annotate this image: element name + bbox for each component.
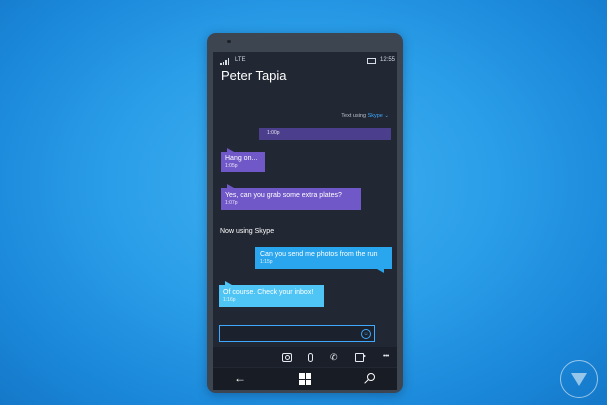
emoji-icon[interactable]: ☺ bbox=[361, 329, 371, 339]
text-using-label: Text using bbox=[341, 113, 367, 119]
phone-screen: LTE 12:55 Peter Tapia Text using Skype ⌄… bbox=[213, 52, 397, 390]
contact-name[interactable]: Peter Tapia bbox=[221, 68, 287, 83]
windows-start-icon[interactable] bbox=[299, 373, 311, 385]
text-using-selector[interactable]: Text using Skype ⌄ bbox=[341, 113, 389, 119]
message-bubble-received[interactable]: Of course. Check your inbox! 1:16p bbox=[219, 281, 324, 307]
message-time: 1:15p bbox=[260, 259, 273, 265]
attach-icon[interactable] bbox=[308, 353, 313, 362]
service-switch-notice: Now using Skype bbox=[220, 228, 275, 235]
more-icon[interactable]: ••• bbox=[383, 353, 389, 362]
text-using-service: Skype bbox=[367, 113, 383, 119]
video-call-icon[interactable] bbox=[355, 353, 366, 362]
phone-call-icon[interactable]: ✆ bbox=[330, 353, 340, 362]
signal-icon bbox=[220, 58, 230, 65]
back-arrow-icon[interactable]: ← bbox=[234, 371, 246, 385]
status-time: 12:55 bbox=[380, 57, 396, 63]
status-bar: LTE 12:55 bbox=[213, 56, 397, 66]
camera-icon[interactable] bbox=[282, 353, 292, 362]
message-bubble-sent[interactable]: Can you send me photos from the run 1:15… bbox=[255, 247, 392, 273]
app-bar: ✆ ••• bbox=[213, 347, 397, 367]
message-time: 1:05p bbox=[225, 163, 238, 169]
message-text: Hang on... bbox=[225, 155, 258, 162]
message-bubble-received[interactable]: Yes, can you grab some extra plates? 1:0… bbox=[221, 184, 361, 210]
message-text: Yes, can you grab some extra plates? bbox=[225, 192, 342, 199]
phone-device: LTE 12:55 Peter Tapia Text using Skype ⌄… bbox=[207, 33, 403, 393]
compose-input[interactable] bbox=[219, 325, 375, 342]
message-bubble-sent[interactable]: 1:00p bbox=[259, 128, 391, 140]
message-text: Of course. Check your inbox! bbox=[223, 289, 314, 296]
navigation-bar: ← bbox=[213, 368, 397, 390]
earpiece bbox=[227, 40, 231, 43]
message-time: 1:07p bbox=[225, 200, 238, 206]
message-bubble-received[interactable]: Hang on... 1:05p bbox=[221, 148, 265, 172]
network-type: LTE bbox=[235, 57, 246, 63]
message-text: Can you send me photos from the run bbox=[260, 251, 378, 258]
chevron-down-icon: ⌄ bbox=[384, 113, 389, 119]
message-time: 1:16p bbox=[223, 297, 236, 303]
verge-logo-icon bbox=[560, 360, 598, 398]
battery-icon bbox=[367, 58, 376, 64]
message-time: 1:00p bbox=[267, 130, 280, 136]
search-icon[interactable] bbox=[365, 373, 375, 385]
